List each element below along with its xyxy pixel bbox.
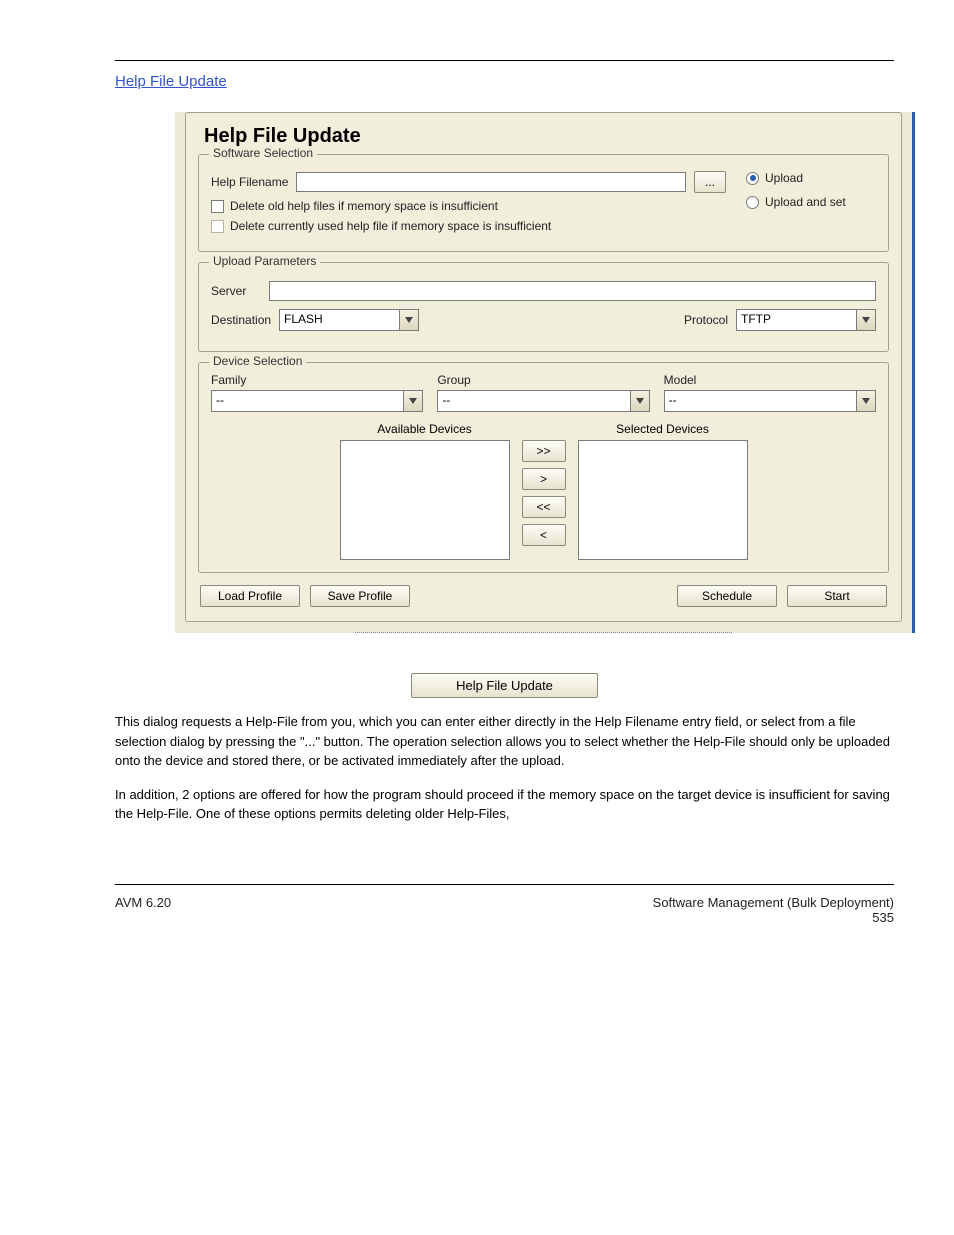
load-profile-button[interactable]: Load Profile — [200, 585, 300, 607]
model-value: -- — [664, 390, 856, 412]
chevron-down-icon[interactable] — [403, 390, 423, 412]
upload-radio-row[interactable]: Upload — [746, 171, 876, 185]
group-select[interactable]: -- — [437, 390, 649, 412]
figure-button-sample: Help File Update — [411, 673, 598, 698]
upload-parameters-legend: Upload Parameters — [209, 254, 320, 268]
section-heading-link[interactable]: Help File Update — [115, 73, 227, 90]
body-paragraph-2: In addition, 2 options are offered for h… — [115, 785, 894, 824]
selected-devices-label: Selected Devices — [616, 422, 709, 436]
software-selection-fieldset: Software Selection Help Filename ... Del… — [198, 154, 889, 252]
panel-title: Help File Update — [204, 125, 889, 148]
server-input[interactable] — [269, 281, 876, 301]
available-devices-label: Available Devices — [377, 422, 472, 436]
destination-select[interactable]: FLASH — [279, 309, 419, 331]
save-profile-button[interactable]: Save Profile — [310, 585, 410, 607]
family-select[interactable]: -- — [211, 390, 423, 412]
server-label: Server — [211, 284, 261, 298]
browse-button[interactable]: ... — [694, 171, 726, 193]
delete-current-checkbox — [211, 220, 224, 233]
model-select[interactable]: -- — [664, 390, 876, 412]
screenshot-container: Help File Update Software Selection Help… — [175, 112, 915, 633]
body-paragraph-1: This dialog requests a Help-File from yo… — [115, 712, 894, 771]
delete-old-checkbox-row[interactable]: Delete old help files if memory space is… — [211, 199, 726, 213]
delete-old-checkbox[interactable] — [211, 200, 224, 213]
software-selection-legend: Software Selection — [209, 146, 317, 160]
help-filename-label: Help Filename — [211, 175, 288, 189]
upload-set-radio-row[interactable]: Upload and set — [746, 195, 876, 209]
upload-radio[interactable] — [746, 172, 759, 185]
delete-current-label: Delete currently used help file if memor… — [230, 219, 551, 233]
chevron-down-icon[interactable] — [630, 390, 650, 412]
protocol-select[interactable]: TFTP — [736, 309, 876, 331]
upload-parameters-fieldset: Upload Parameters Server Destination FLA… — [198, 262, 889, 352]
destination-value: FLASH — [279, 309, 399, 331]
start-button[interactable]: Start — [787, 585, 887, 607]
family-label: Family — [211, 373, 423, 387]
delete-old-label: Delete old help files if memory space is… — [230, 199, 498, 213]
remove-button[interactable]: < — [522, 524, 566, 546]
group-label: Group — [437, 373, 649, 387]
selected-devices-listbox[interactable] — [578, 440, 748, 560]
footer-right-line2: 535 — [653, 910, 894, 925]
device-selection-legend: Device Selection — [209, 354, 306, 368]
add-all-button[interactable]: >> — [522, 440, 566, 462]
family-value: -- — [211, 390, 403, 412]
upload-radio-label: Upload — [765, 171, 803, 185]
footer-right-line1: Software Management (Bulk Deployment) — [653, 895, 894, 910]
available-devices-listbox[interactable] — [340, 440, 510, 560]
chevron-down-icon[interactable] — [399, 309, 419, 331]
model-label: Model — [664, 373, 876, 387]
upload-set-radio[interactable] — [746, 196, 759, 209]
protocol-value: TFTP — [736, 309, 856, 331]
schedule-button[interactable]: Schedule — [677, 585, 777, 607]
group-value: -- — [437, 390, 629, 412]
destination-label: Destination — [211, 313, 271, 327]
chevron-down-icon[interactable] — [856, 390, 876, 412]
help-filename-input[interactable] — [296, 172, 686, 192]
protocol-label: Protocol — [684, 313, 728, 327]
device-selection-fieldset: Device Selection Family -- Group -- — [198, 362, 889, 573]
upload-set-radio-label: Upload and set — [765, 195, 846, 209]
footer-left: AVM 6.20 — [115, 895, 171, 925]
delete-current-checkbox-row: Delete currently used help file if memor… — [211, 219, 726, 233]
chevron-down-icon[interactable] — [856, 309, 876, 331]
remove-all-button[interactable]: << — [522, 496, 566, 518]
add-button[interactable]: > — [522, 468, 566, 490]
